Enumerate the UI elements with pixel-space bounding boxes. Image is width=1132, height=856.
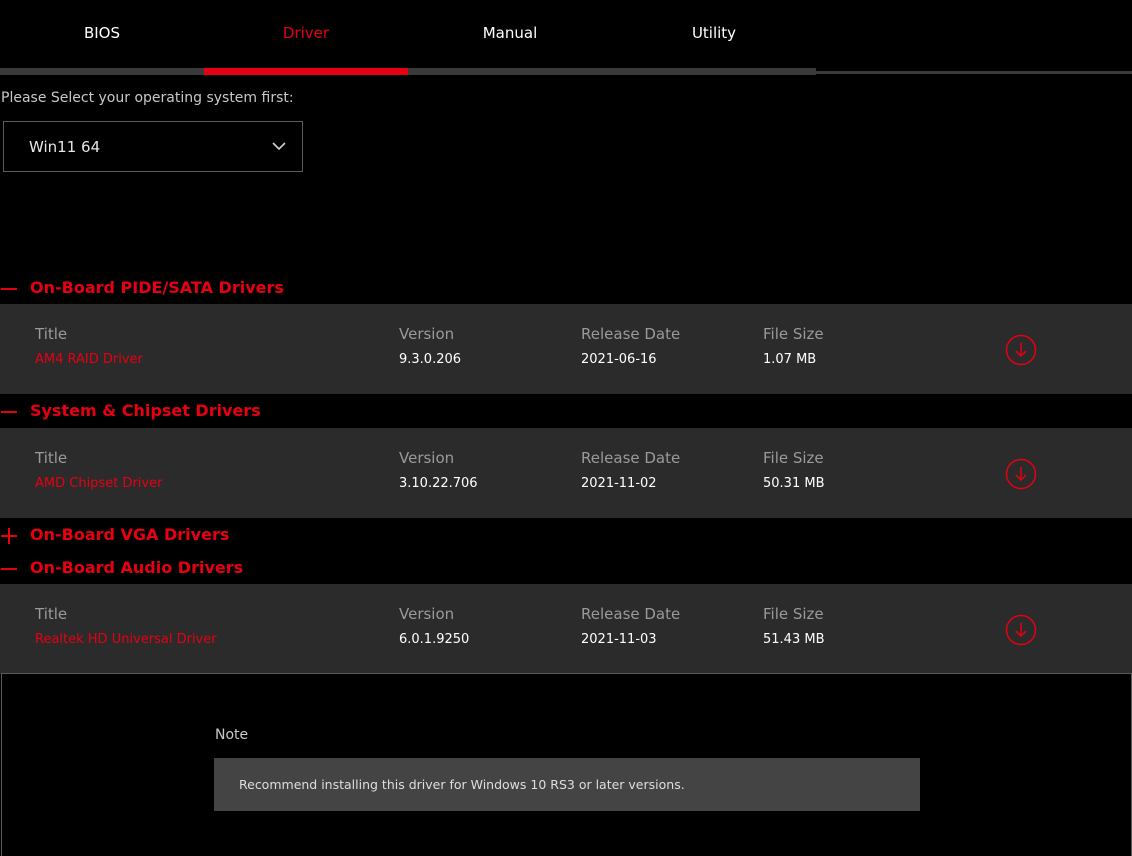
driver-release-date: 2021-11-03 — [581, 632, 657, 647]
download-icon[interactable] — [1005, 458, 1037, 490]
download-icon[interactable] — [1005, 334, 1037, 366]
section-title: On-Board Audio Drivers — [30, 558, 244, 577]
driver-release-date: 2021-11-02 — [581, 476, 657, 491]
driver-title-link[interactable]: Realtek HD Universal Driver — [35, 632, 217, 647]
driver-row: Title Version Release Date File Size AMD… — [0, 428, 1132, 518]
driver-title-link[interactable]: AMD Chipset Driver — [35, 476, 162, 491]
column-header-version: Version — [399, 449, 455, 467]
driver-release-date: 2021-06-16 — [581, 352, 657, 367]
column-header-file-size: File Size — [763, 449, 824, 467]
driver-row: Title Version Release Date File Size AM4… — [0, 304, 1132, 394]
column-header-version: Version — [399, 605, 455, 623]
driver-version: 3.10.22.706 — [399, 476, 478, 491]
tab-track — [408, 68, 816, 75]
driver-title-link[interactable]: AM4 RAID Driver — [35, 352, 143, 367]
section-title: System & Chipset Drivers — [30, 401, 261, 420]
column-header-title: Title — [35, 605, 68, 623]
column-header-file-size: File Size — [763, 325, 824, 343]
minus-icon — [1, 288, 17, 290]
driver-file-size: 51.43 MB — [763, 632, 825, 647]
section-title: On-Board PIDE/SATA Drivers — [30, 278, 284, 297]
column-header-title: Title — [35, 325, 68, 343]
chevron-down-icon — [272, 142, 286, 151]
minus-icon — [1, 568, 17, 570]
column-header-file-size: File Size — [763, 605, 824, 623]
column-header-release-date: Release Date — [581, 605, 681, 623]
driver-version: 6.0.1.9250 — [399, 632, 470, 647]
section-header-audio[interactable]: On-Board Audio Drivers — [0, 558, 400, 582]
driver-file-size: 1.07 MB — [763, 352, 817, 367]
tab-manual[interactable]: Manual — [408, 24, 612, 42]
os-prompt-label: Please Select your operating system firs… — [1, 90, 294, 106]
tab-bios[interactable]: BIOS — [0, 24, 204, 42]
plus-icon — [1, 528, 17, 544]
section-header-pide-sata[interactable]: On-Board PIDE/SATA Drivers — [0, 278, 400, 302]
active-tab-indicator — [204, 68, 408, 75]
driver-version: 9.3.0.206 — [399, 352, 462, 367]
tab-track — [816, 71, 1132, 74]
section-header-system-chipset[interactable]: System & Chipset Drivers — [0, 401, 400, 425]
column-header-release-date: Release Date — [581, 325, 681, 343]
driver-note-panel: Note Recommend installing this driver fo… — [1, 673, 1132, 856]
column-header-title: Title — [35, 449, 68, 467]
tab-utility[interactable]: Utility — [612, 24, 816, 42]
driver-file-size: 50.31 MB — [763, 476, 825, 491]
note-text: Recommend installing this driver for Win… — [239, 777, 685, 792]
note-label: Note — [215, 727, 249, 743]
os-select-value: Win11 64 — [29, 138, 101, 156]
tab-track — [0, 68, 204, 75]
section-title: On-Board VGA Drivers — [30, 525, 230, 544]
minus-icon — [1, 411, 17, 413]
download-icon[interactable] — [1005, 614, 1037, 646]
tab-bar: BIOS Driver Manual Utility — [0, 0, 1132, 76]
driver-row: Title Version Release Date File Size Rea… — [0, 584, 1132, 674]
note-box: Recommend installing this driver for Win… — [214, 758, 920, 811]
tab-driver[interactable]: Driver — [204, 24, 408, 42]
section-header-vga[interactable]: On-Board VGA Drivers — [0, 525, 400, 549]
column-header-release-date: Release Date — [581, 449, 681, 467]
os-select[interactable]: Win11 64 — [3, 121, 303, 172]
column-header-version: Version — [399, 325, 455, 343]
